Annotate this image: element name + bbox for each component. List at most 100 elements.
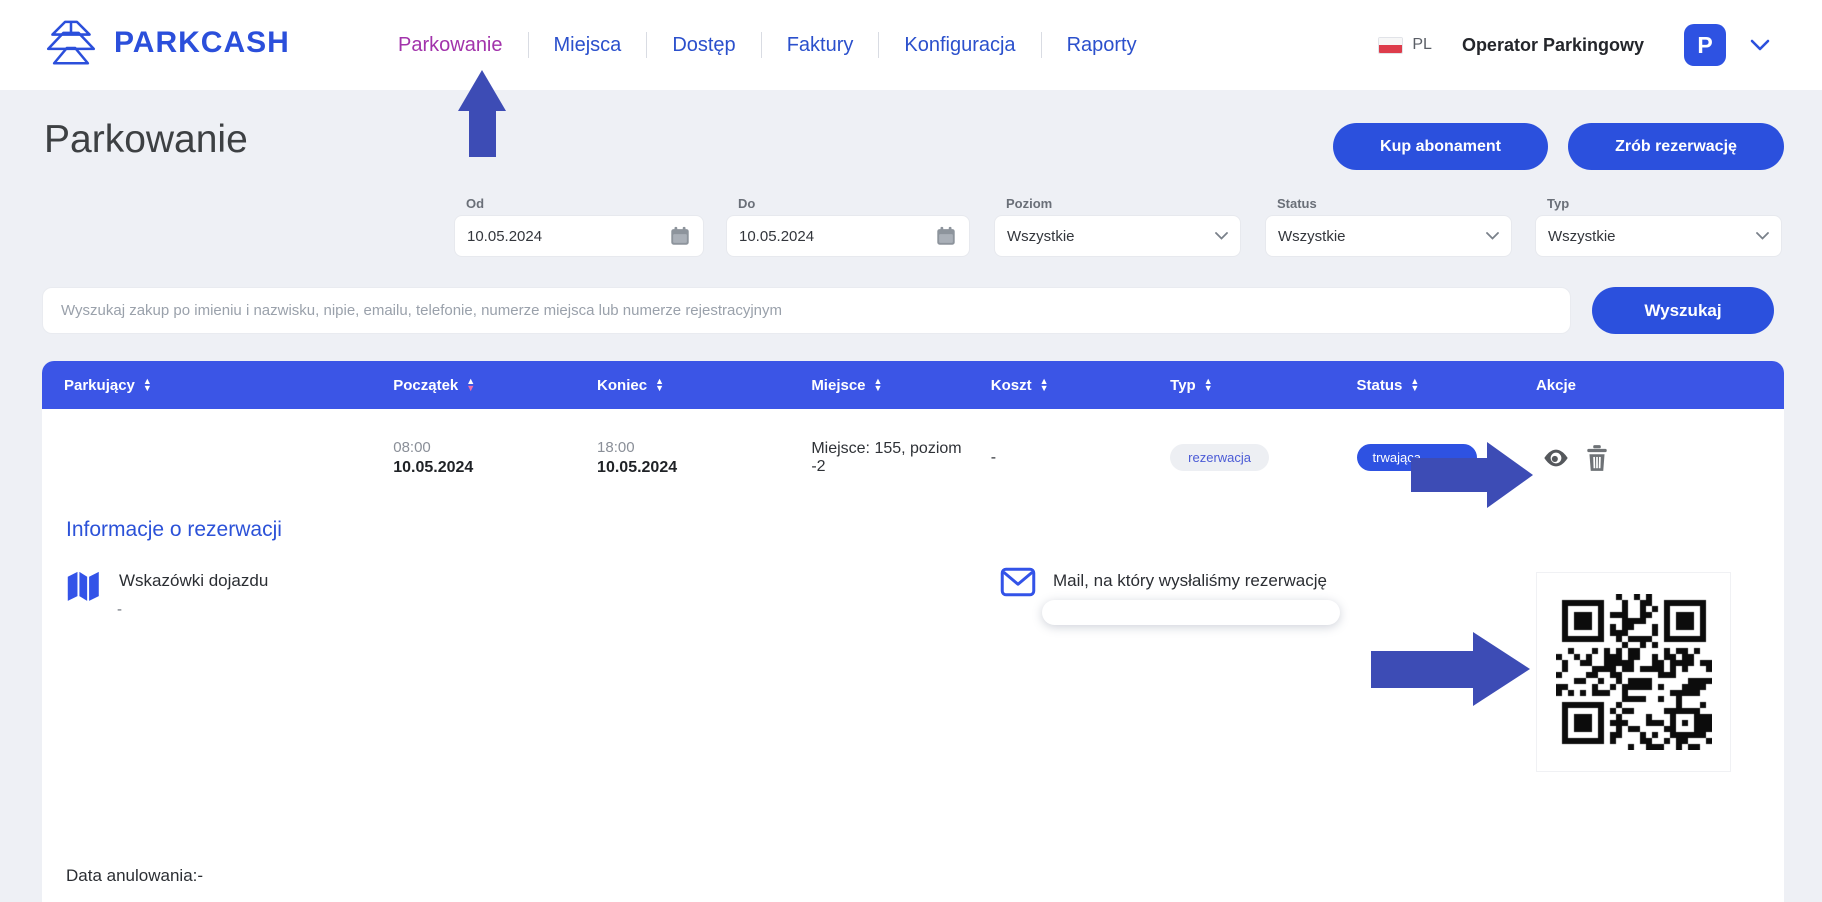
search-button[interactable]: Wyszukaj bbox=[1592, 287, 1774, 334]
chevron-down-icon bbox=[1486, 232, 1499, 240]
annotation-arrow-actions bbox=[1411, 442, 1533, 508]
mail-label: Mail, na który wysłaliśmy rezerwację bbox=[1053, 567, 1327, 591]
search-input[interactable] bbox=[42, 287, 1571, 334]
page-title: Parkowanie bbox=[44, 118, 248, 162]
annotation-arrow-qr bbox=[1371, 632, 1530, 706]
user-name: Operator Parkingowy bbox=[1462, 35, 1644, 56]
level-select[interactable]: Wszystkie bbox=[994, 215, 1241, 257]
directions-item[interactable]: Wskazówki dojazdu bbox=[64, 567, 268, 603]
date-to-input[interactable]: 10.05.2024 bbox=[726, 215, 970, 257]
sort-icon: ▲▼ bbox=[1410, 378, 1419, 392]
make-reservation-button[interactable]: Zrób rezerwację bbox=[1568, 123, 1784, 170]
language-code[interactable]: PL bbox=[1412, 36, 1432, 54]
directions-label: Wskazówki dojazdu bbox=[119, 567, 268, 591]
main-nav: Parkowanie Miejsca Dostęp Faktury Konfig… bbox=[398, 0, 1137, 90]
cancellation-date: Data anulowania:- bbox=[66, 866, 203, 886]
buy-subscription-button[interactable]: Kup abonament bbox=[1333, 123, 1548, 170]
filter-label: Od bbox=[466, 196, 704, 211]
status-select[interactable]: Wszystkie bbox=[1265, 215, 1512, 257]
nav-item-parkowanie[interactable]: Parkowanie bbox=[398, 34, 503, 57]
nav-separator bbox=[528, 32, 529, 58]
nav-item-raporty[interactable]: Raporty bbox=[1067, 34, 1137, 57]
chevron-down-icon bbox=[1756, 232, 1769, 240]
mail-item: Mail, na który wysłaliśmy rezerwację bbox=[1000, 567, 1327, 597]
annotation-arrow-up-nav bbox=[458, 70, 506, 157]
table-header: Parkujący▲▼ Początek▲▼ Koniec▲▼ Miejsce▲… bbox=[42, 361, 1784, 409]
sort-icon: ▲▼ bbox=[1204, 378, 1213, 392]
filter-type: Typ Wszystkie bbox=[1535, 196, 1782, 257]
brand-logo[interactable]: PARKCASH bbox=[44, 17, 290, 69]
column-header-akcje: Akcje bbox=[1514, 377, 1784, 394]
mail-icon bbox=[1000, 567, 1036, 597]
start-time: 08:00 bbox=[393, 439, 575, 456]
cell-akcje bbox=[1514, 444, 1784, 472]
nav-separator bbox=[1041, 32, 1042, 58]
cell-koszt: - bbox=[969, 449, 1148, 467]
nav-separator bbox=[646, 32, 647, 58]
column-header-miejsce[interactable]: Miejsce▲▼ bbox=[789, 377, 968, 394]
brand-name: PARKCASH bbox=[114, 26, 290, 60]
column-header-koszt[interactable]: Koszt▲▼ bbox=[969, 377, 1148, 394]
filter-level: Poziom Wszystkie bbox=[994, 196, 1241, 257]
poland-flag-icon[interactable] bbox=[1378, 37, 1403, 54]
delete-reservation-button[interactable] bbox=[1584, 444, 1610, 472]
level-value: Wszystkie bbox=[1007, 228, 1215, 245]
chevron-down-icon bbox=[1750, 39, 1770, 51]
sort-icon: ▲▼ bbox=[655, 378, 664, 392]
sort-icon: ▲▼ bbox=[466, 378, 475, 392]
filter-date-from: Od 10.05.2024 bbox=[454, 196, 704, 257]
filter-date-to: Do 10.05.2024 bbox=[726, 196, 970, 257]
cell-poczatek: 08:00 10.05.2024 bbox=[371, 439, 575, 477]
date-to-value: 10.05.2024 bbox=[739, 228, 935, 245]
column-header-poczatek[interactable]: Początek▲▼ bbox=[371, 377, 575, 394]
column-header-typ[interactable]: Typ▲▼ bbox=[1148, 377, 1334, 394]
chevron-down-icon bbox=[1215, 232, 1228, 240]
sort-icon: ▲▼ bbox=[874, 378, 883, 392]
nav-item-dostep[interactable]: Dostęp bbox=[672, 34, 735, 57]
type-select[interactable]: Wszystkie bbox=[1535, 215, 1782, 257]
mail-address-pill bbox=[1042, 600, 1340, 625]
parkcash-app: PARKCASH Parkowanie Miejsca Dostęp Faktu… bbox=[0, 0, 1822, 902]
filter-label: Status bbox=[1277, 196, 1512, 211]
cell-miejsce: Miejsce: 155, poziom -2 bbox=[789, 440, 968, 476]
sort-icon: ▲▼ bbox=[143, 378, 152, 392]
parkcash-logo-icon bbox=[44, 17, 98, 69]
directions-value: - bbox=[117, 601, 122, 618]
qr-code-image bbox=[1556, 594, 1712, 750]
view-reservation-button[interactable] bbox=[1542, 444, 1570, 472]
calendar-icon bbox=[935, 225, 957, 247]
map-icon bbox=[64, 567, 102, 603]
sort-icon: ▲▼ bbox=[1040, 378, 1049, 392]
calendar-icon bbox=[669, 225, 691, 247]
cell-typ: rezerwacja bbox=[1148, 444, 1334, 471]
filter-label: Typ bbox=[1547, 196, 1782, 211]
column-header-parkujacy[interactable]: Parkujący▲▼ bbox=[42, 377, 371, 394]
start-date: 10.05.2024 bbox=[393, 459, 575, 477]
date-from-value: 10.05.2024 bbox=[467, 228, 669, 245]
column-header-status[interactable]: Status▲▼ bbox=[1335, 377, 1514, 394]
type-value: Wszystkie bbox=[1548, 228, 1756, 245]
eye-icon bbox=[1542, 444, 1570, 472]
nav-item-miejsca[interactable]: Miejsca bbox=[554, 34, 622, 57]
end-date: 10.05.2024 bbox=[597, 459, 789, 477]
date-from-input[interactable]: 10.05.2024 bbox=[454, 215, 704, 257]
column-header-koniec[interactable]: Koniec▲▼ bbox=[575, 377, 789, 394]
nav-separator bbox=[761, 32, 762, 58]
reservation-qr-code bbox=[1536, 572, 1731, 772]
nav-item-konfiguracja[interactable]: Konfiguracja bbox=[904, 34, 1015, 57]
trash-icon bbox=[1584, 444, 1610, 472]
user-area: PL Operator Parkingowy P bbox=[1378, 0, 1770, 90]
nav-separator bbox=[878, 32, 879, 58]
top-navigation-bar: PARKCASH Parkowanie Miejsca Dostęp Faktu… bbox=[0, 0, 1822, 90]
filter-status: Status Wszystkie bbox=[1265, 196, 1512, 257]
avatar[interactable]: P bbox=[1684, 24, 1726, 66]
filter-label: Poziom bbox=[1006, 196, 1241, 211]
type-badge: rezerwacja bbox=[1170, 444, 1269, 471]
reservation-info-heading: Informacje o rezerwacji bbox=[66, 518, 282, 542]
end-time: 18:00 bbox=[597, 439, 789, 456]
nav-item-faktury[interactable]: Faktury bbox=[787, 34, 854, 57]
user-menu-chevron[interactable] bbox=[1750, 39, 1770, 51]
cell-koniec: 18:00 10.05.2024 bbox=[575, 439, 789, 477]
filter-label: Do bbox=[738, 196, 970, 211]
status-value: Wszystkie bbox=[1278, 228, 1486, 245]
